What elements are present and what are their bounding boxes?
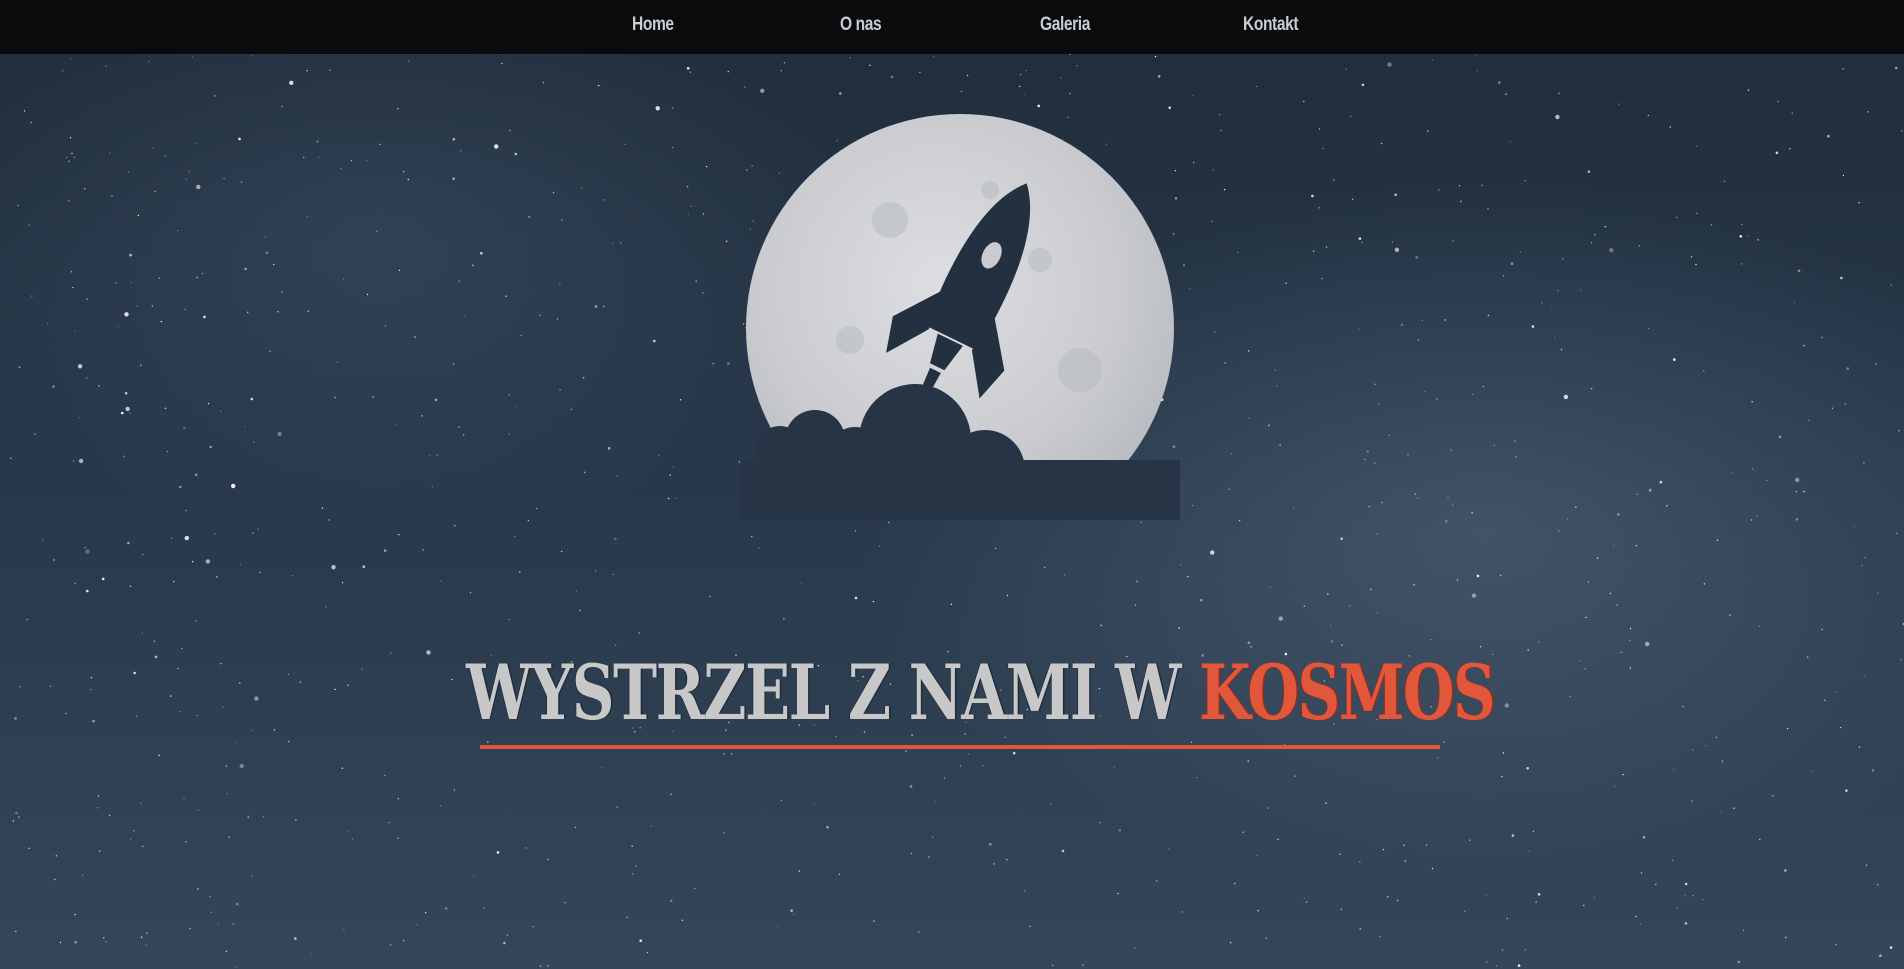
headline-accent-text: KOSMOS xyxy=(1199,648,1496,737)
rocket-moon-logo xyxy=(740,114,1180,520)
nav-link-kontakt[interactable]: Kontakt xyxy=(1243,14,1299,40)
top-navbar: Home O nas Galeria Kontakt xyxy=(0,0,1904,54)
nav-link-galeria[interactable]: Galeria xyxy=(1040,14,1090,40)
nav-link-o-nas[interactable]: O nas xyxy=(840,14,882,40)
nav-link-home[interactable]: Home xyxy=(632,14,674,40)
hero-headline: WYSTRZEL Z NAMI W KOSMOS xyxy=(466,648,1496,738)
headline-main-text: WYSTRZEL Z NAMI W xyxy=(466,648,1200,737)
headline-underline xyxy=(480,745,1440,749)
